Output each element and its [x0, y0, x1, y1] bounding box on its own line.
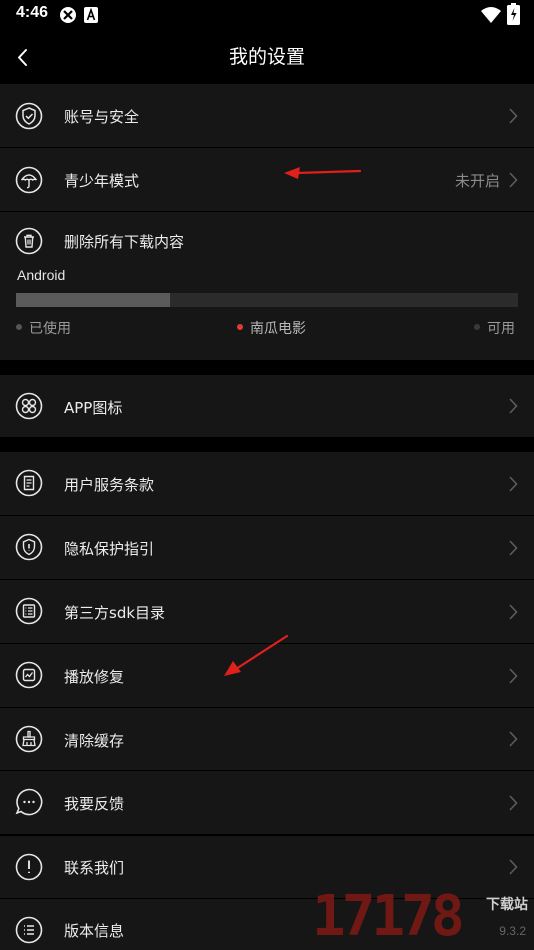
wifi-icon	[481, 7, 501, 23]
delete-downloads-button[interactable]: 删除所有下载内容	[0, 212, 534, 262]
settings-row-version[interactable]: 版本信息	[0, 899, 534, 950]
chevron-right-icon	[509, 540, 518, 556]
info-exclamation-icon	[15, 853, 43, 881]
status-bar: 4:46	[0, 0, 534, 30]
legend-dot	[237, 324, 243, 330]
settings-row-contact[interactable]: 联系我们	[0, 836, 534, 898]
settings-row-label: 我要反馈	[64, 795, 125, 813]
settings-row-terms[interactable]: 用户服务条款	[0, 452, 534, 515]
legend-dot	[474, 324, 480, 330]
settings-row-label: 播放修复	[64, 668, 125, 686]
sync-app-icon	[60, 7, 76, 23]
settings-row-label: 版本信息	[64, 922, 125, 940]
list-icon	[15, 597, 43, 625]
legend-app: 南瓜电影	[237, 318, 306, 338]
chevron-right-icon	[509, 476, 518, 492]
chevron-right-icon	[509, 398, 518, 414]
chevron-right-icon	[509, 795, 518, 811]
document-icon	[15, 469, 43, 497]
grid-flower-icon	[15, 392, 43, 420]
storage-title: Android	[17, 267, 66, 283]
settings-row-label: APP图标	[64, 399, 123, 417]
settings-row-label: 用户服务条款	[64, 476, 155, 494]
settings-row-feedback[interactable]: 我要反馈	[0, 771, 534, 834]
teen-mode-status: 未开启	[454, 172, 500, 190]
legend-free: 可用	[474, 318, 515, 338]
settings-row-sdk[interactable]: 第三方sdk目录	[0, 580, 534, 643]
storage-bar-fill	[16, 293, 170, 307]
chevron-right-icon	[509, 108, 518, 124]
umbrella-icon	[15, 166, 43, 194]
broom-icon	[15, 725, 43, 753]
settings-row-label: 清除缓存	[64, 732, 125, 750]
settings-row-label: 隐私保护指引	[64, 540, 155, 558]
chevron-right-icon	[509, 859, 518, 875]
shield-check-icon	[15, 102, 43, 130]
repair-box-icon	[15, 661, 43, 689]
settings-row-repair[interactable]: 播放修复	[0, 644, 534, 707]
settings-row-label: 联系我们	[64, 859, 125, 877]
settings-row-account[interactable]: 账号与安全	[0, 84, 534, 147]
chat-bubble-icon	[15, 788, 43, 816]
legend-label: 可用	[487, 321, 515, 337]
legend-label: 南瓜电影	[250, 321, 306, 337]
list-lines-icon	[15, 916, 43, 944]
trash-icon	[15, 227, 43, 255]
storage-section: 删除所有下载内容 Android 已使用 南瓜电影 可用	[0, 212, 534, 360]
legend-used: 已使用	[16, 318, 71, 338]
settings-row-label: 第三方sdk目录	[64, 604, 166, 622]
settings-row-teen-mode[interactable]: 青少年模式 未开启	[0, 148, 534, 211]
settings-row-clear-cache[interactable]: 清除缓存	[0, 708, 534, 770]
privacy-shield-icon	[15, 533, 43, 561]
settings-row-label: 账号与安全	[64, 108, 140, 126]
chevron-right-icon	[509, 172, 518, 188]
chevron-right-icon	[509, 604, 518, 620]
legend-dot	[16, 324, 22, 330]
battery-icon	[507, 3, 520, 25]
settings-row-label: 删除所有下载内容	[64, 233, 185, 251]
a-app-icon	[84, 7, 98, 23]
storage-bar	[16, 293, 518, 307]
settings-row-app-icon[interactable]: APP图标	[0, 375, 534, 437]
settings-row-label: 青少年模式	[64, 172, 140, 190]
page-title: 我的设置	[228, 46, 305, 68]
chevron-right-icon	[509, 731, 518, 747]
legend-label: 已使用	[29, 321, 71, 337]
settings-row-privacy[interactable]: 隐私保护指引	[0, 516, 534, 579]
status-time: 4:46	[16, 4, 49, 21]
chevron-right-icon	[509, 668, 518, 684]
top-bar: 我的设置	[0, 30, 534, 84]
